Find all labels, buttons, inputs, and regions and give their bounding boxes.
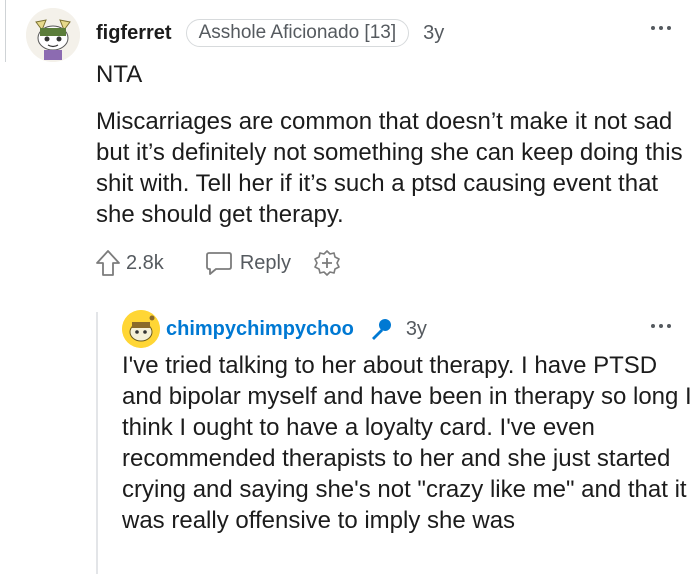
comment-verdict: NTA bbox=[96, 61, 143, 88]
reply-header: chimpychimpychoo 3y bbox=[166, 316, 427, 342]
user-avatar[interactable] bbox=[26, 8, 80, 62]
more-options-button[interactable] bbox=[649, 20, 673, 36]
parent-thread-line bbox=[5, 0, 6, 62]
timestamp[interactable]: 3y bbox=[406, 318, 427, 341]
reply-button[interactable]: Reply bbox=[204, 249, 291, 277]
user-flair: Asshole Aficionado [13] bbox=[185, 19, 410, 47]
award-plus-icon[interactable] bbox=[313, 249, 341, 277]
more-options-icon bbox=[651, 324, 655, 328]
snoo-avatar-icon bbox=[122, 310, 160, 348]
microphone-icon bbox=[371, 319, 391, 340]
more-options-icon-dot bbox=[667, 324, 671, 328]
comment-body: Miscarriages are common that doesn’t mak… bbox=[96, 108, 683, 228]
comment-header: figferret Asshole Aficionado [13] 3y bbox=[96, 19, 444, 47]
reply-body: I've tried talking to her about therapy.… bbox=[122, 352, 692, 534]
username-link[interactable]: figferret bbox=[96, 22, 172, 45]
speech-bubble-icon bbox=[205, 252, 232, 275]
more-options-button[interactable] bbox=[649, 318, 673, 334]
username-link[interactable]: chimpychimpychoo bbox=[166, 318, 354, 341]
reply-label: Reply bbox=[239, 251, 291, 274]
more-options-icon-dot bbox=[659, 26, 663, 30]
more-options-icon-dot bbox=[659, 324, 663, 328]
comment-actions: 2.8k Reply bbox=[94, 248, 341, 278]
more-options-icon-dot bbox=[667, 26, 671, 30]
reply-user-avatar[interactable] bbox=[122, 310, 160, 348]
more-options-icon bbox=[651, 26, 655, 30]
timestamp[interactable]: 3y bbox=[423, 22, 444, 45]
vote-score: 2.8k bbox=[126, 251, 164, 274]
snoo-avatar-icon bbox=[26, 8, 80, 62]
reply-thread-line[interactable] bbox=[96, 312, 98, 574]
upvote-arrow-icon[interactable] bbox=[94, 248, 122, 278]
